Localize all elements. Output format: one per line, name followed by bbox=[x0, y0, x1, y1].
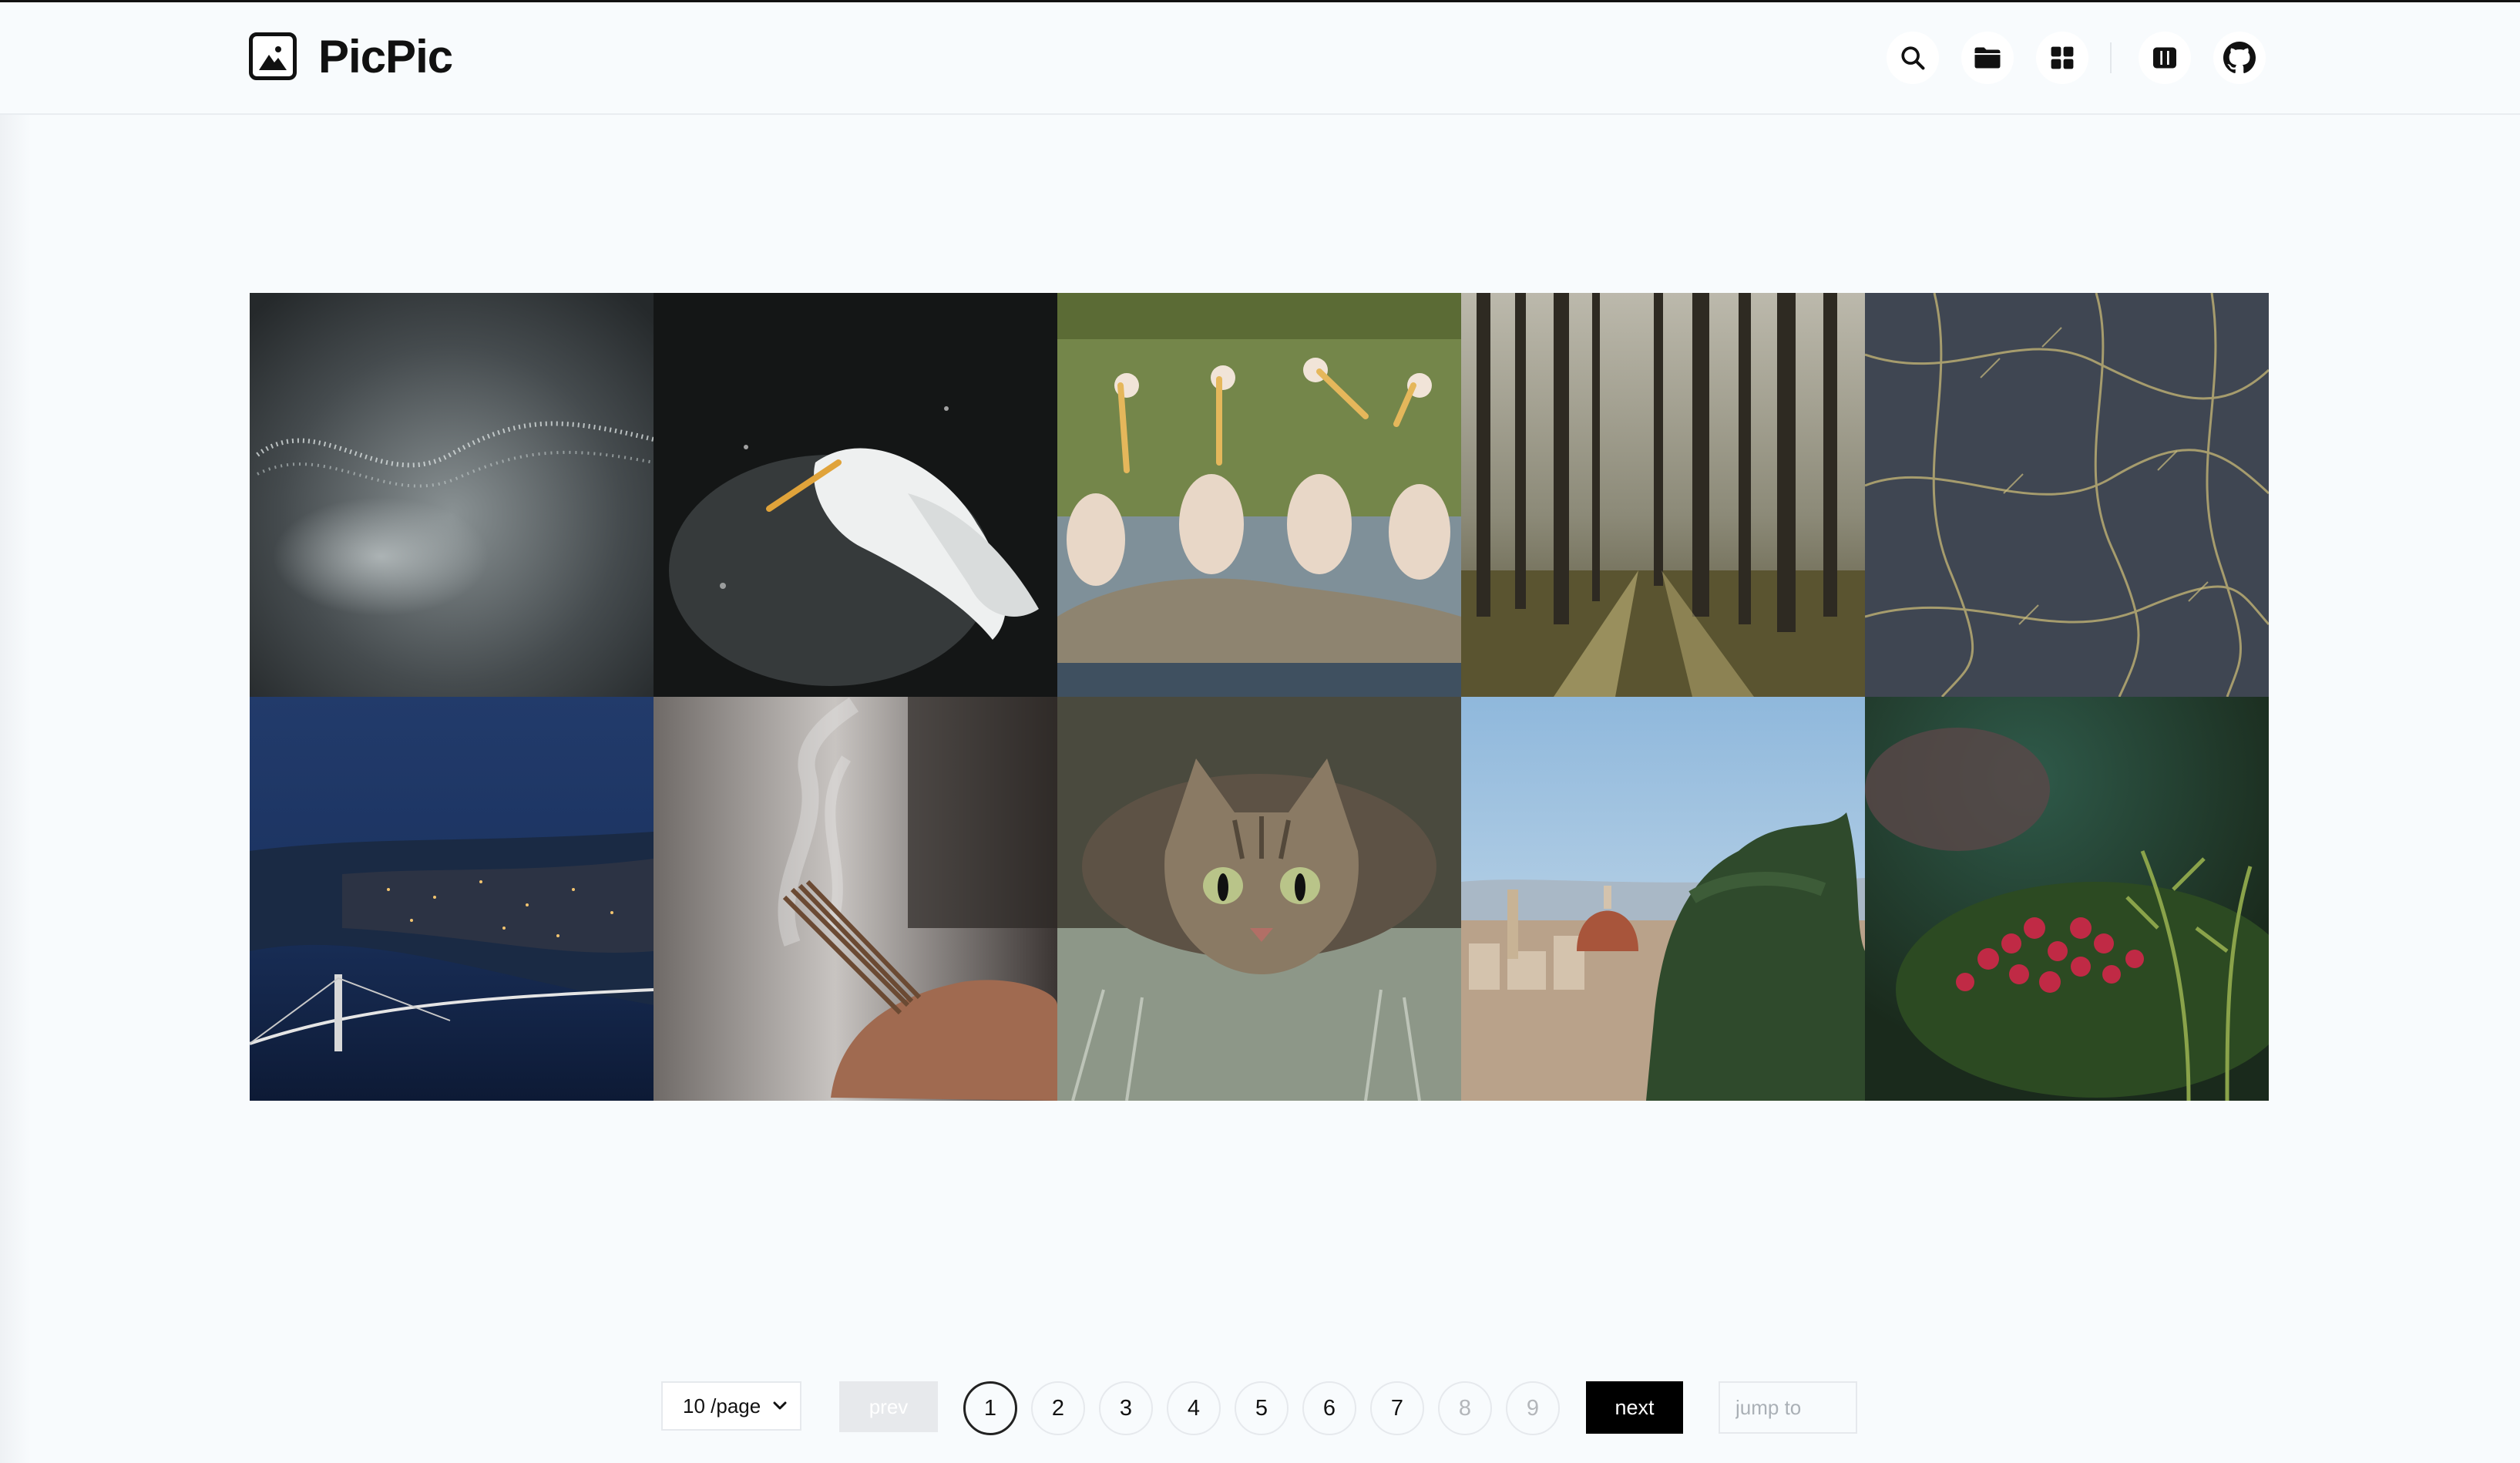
page-6-button[interactable]: 6 bbox=[1302, 1381, 1356, 1435]
chevron-down-icon bbox=[773, 1401, 787, 1410]
pagination: 10 /page prev 1 2 3 4 5 6 7 8 9 next bbox=[0, 1380, 2520, 1435]
florence-duomo-photo bbox=[1461, 697, 1865, 1101]
next-button[interactable]: next bbox=[1586, 1381, 1683, 1434]
page-9-button[interactable]: 9 bbox=[1506, 1381, 1560, 1435]
gallery-image[interactable] bbox=[1461, 293, 1865, 697]
jump-to-input[interactable] bbox=[1719, 1381, 1857, 1434]
folder-button[interactable] bbox=[1961, 32, 2014, 84]
page-size-value: 10 /page bbox=[683, 1394, 761, 1418]
page-3-button[interactable]: 3 bbox=[1099, 1381, 1153, 1435]
pelicans-on-rock-photo bbox=[1057, 293, 1461, 697]
grid-icon bbox=[2051, 46, 2074, 69]
gallery-image[interactable] bbox=[250, 697, 654, 1101]
page-8-button[interactable]: 8 bbox=[1438, 1381, 1492, 1435]
incense-hand-photo bbox=[654, 697, 1057, 1101]
search-icon bbox=[1901, 46, 1925, 70]
github-button[interactable] bbox=[2213, 32, 2266, 84]
branch-pattern-photo bbox=[1865, 293, 2269, 697]
page-7-button[interactable]: 7 bbox=[1370, 1381, 1424, 1435]
nav-separator bbox=[2110, 42, 2112, 73]
page-4-button[interactable]: 4 bbox=[1167, 1381, 1221, 1435]
red-berries-photo bbox=[1865, 697, 2269, 1101]
gallery-image[interactable] bbox=[654, 293, 1057, 697]
app-title: PicPic bbox=[318, 30, 453, 82]
left-edge-shade bbox=[0, 2, 31, 1463]
tabby-cat-grass-photo bbox=[1057, 697, 1461, 1101]
sunlit-forest-photo bbox=[1461, 293, 1865, 697]
page-1-button[interactable]: 1 bbox=[963, 1381, 1017, 1435]
prev-button[interactable]: prev bbox=[839, 1381, 938, 1432]
image-logo-icon bbox=[249, 32, 297, 80]
image-gallery bbox=[250, 293, 2269, 1101]
city-bridge-night-photo bbox=[250, 697, 654, 1101]
grid-view-button[interactable] bbox=[2036, 32, 2088, 84]
gallery-image[interactable] bbox=[1461, 697, 1865, 1101]
page-2-button[interactable]: 2 bbox=[1031, 1381, 1085, 1435]
page-5-button[interactable]: 5 bbox=[1235, 1381, 1289, 1435]
gallery-image[interactable] bbox=[654, 697, 1057, 1101]
gallery-image[interactable] bbox=[1865, 293, 2269, 697]
gallery-image[interactable] bbox=[1057, 293, 1461, 697]
folder-icon bbox=[1974, 47, 2001, 69]
gallery-image[interactable] bbox=[1865, 697, 2269, 1101]
github-icon bbox=[2223, 42, 2256, 73]
pelican-splash-photo bbox=[654, 293, 1057, 697]
search-button[interactable] bbox=[1887, 32, 1939, 84]
app-header: PicPic bbox=[0, 2, 2520, 115]
column-view-button[interactable] bbox=[2139, 32, 2191, 84]
gallery-image[interactable] bbox=[1057, 697, 1461, 1101]
gallery-image[interactable] bbox=[250, 293, 654, 697]
particle-wave-photo bbox=[250, 293, 654, 697]
brand[interactable]: PicPic bbox=[249, 29, 453, 84]
columns-icon bbox=[2153, 47, 2176, 69]
page-size-select[interactable]: 10 /page bbox=[661, 1381, 801, 1431]
